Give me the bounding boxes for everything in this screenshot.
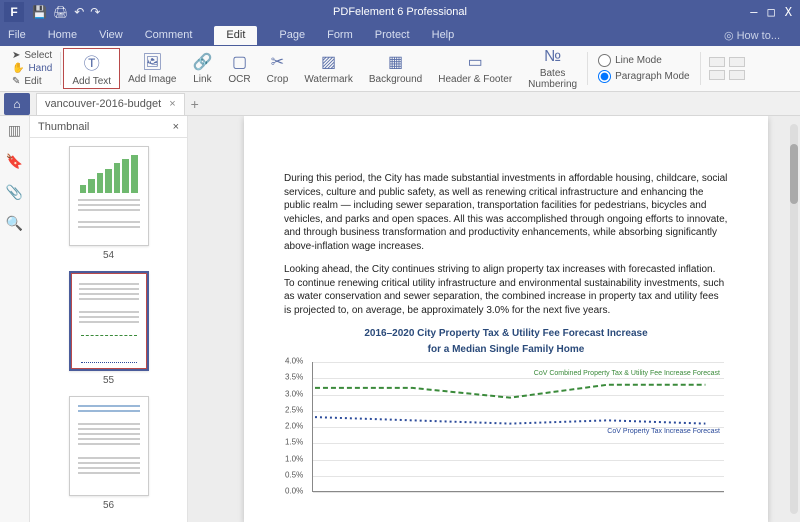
home-tab-button[interactable]: ⌂ [4,93,30,115]
bates-icon: № [544,48,561,66]
add-tab-button[interactable]: + [191,96,199,112]
background-icon: ▦ [388,52,403,72]
y-tick-label: 4.0% [285,357,303,368]
menu-help[interactable]: Help [432,29,455,41]
thumbnail-panel: Thumbnail × 54 55 [30,116,188,522]
hand-mode[interactable]: ✋Hand [12,63,52,74]
y-tick-label: 1.0% [285,454,303,465]
add-image-button[interactable]: 🖼Add Image [120,48,184,89]
y-tick-label: 2.5% [285,405,303,416]
maximize-button[interactable]: □ [768,5,775,19]
paragraph-mode-radio[interactable]: Paragraph Mode [598,70,690,83]
page-number: 54 [103,250,114,261]
chart-plot: 0.0%0.5%1.0%1.5%2.0%2.5%3.0%3.5%4.0%CoV … [312,362,724,492]
y-tick-label: 3.0% [285,389,303,400]
align-cell[interactable] [709,57,725,67]
align-group [703,48,751,89]
menu-comment[interactable]: Comment [145,29,193,41]
edit-icon: ✎ [12,76,20,87]
add-text-button[interactable]: ⓉAdd Text [63,48,120,89]
window-title: PDFelement 6 Professional [333,6,467,18]
chart-subtitle: for a Median Single Family Home [284,343,728,357]
chart: 2016–2020 City Property Tax & Utility Fe… [284,327,728,492]
y-tick-label: 3.5% [285,373,303,384]
edit-mode[interactable]: ✎Edit [12,76,52,87]
ocr-button[interactable]: ▢OCR [220,48,258,89]
thumbnail-title: Thumbnail [38,121,89,133]
menu-bar: File Home View Comment Edit Page Form Pr… [0,24,800,46]
image-icon: 🖼 [142,52,162,72]
menu-page[interactable]: Page [279,29,305,41]
title-bar: F 💾 🖨 ↶ ↷ PDFelement 6 Professional — □ … [0,0,800,24]
hand-icon: ✋ [12,63,24,74]
menu-home[interactable]: Home [48,29,77,41]
work-area: ▥ 🔖 📎 🔍 Thumbnail × 54 [0,116,800,522]
cursor-icon: ➤ [12,50,20,61]
header-footer-button[interactable]: ▭Header & Footer [430,48,520,89]
redo-icon[interactable]: ↷ [90,5,100,19]
close-button[interactable]: X [785,5,792,19]
watermark-icon: ▨ [321,52,336,72]
app-logo: F [4,2,24,22]
document-tab-strip: ⌂ vancouver-2016-budget × + [0,92,800,116]
document-page: During this period, the City has made su… [244,116,768,522]
save-icon[interactable]: 💾 [32,5,47,19]
menu-file[interactable]: File [8,29,26,41]
side-toolbar: ▥ 🔖 📎 🔍 [0,116,30,522]
y-tick-label: 0.5% [285,470,303,481]
header-footer-icon: ▭ [468,52,483,72]
link-button[interactable]: 🔗Link [184,48,220,89]
edit-mode-group: Line Mode Paragraph Mode [590,48,698,89]
print-icon[interactable]: 🖨 [53,5,68,19]
body-paragraph: Looking ahead, the City continues strivi… [284,263,728,317]
body-paragraph: During this period, the City has made su… [284,172,728,253]
vertical-scrollbar[interactable] [790,124,798,514]
document-tab[interactable]: vancouver-2016-budget × [36,93,185,115]
home-icon: ⌂ [13,97,20,111]
legend-entry: CoV Combined Property Tax & Utility Fee … [534,370,720,378]
watermark-button[interactable]: ▨Watermark [296,48,361,89]
legend-entry: CoV Property Tax Increase Forecast [607,428,720,436]
menu-form[interactable]: Form [327,29,353,41]
quick-access-toolbar: 💾 🖨 ↶ ↷ [32,5,100,19]
line-mode-radio[interactable]: Line Mode [598,54,690,67]
link-icon: 🔗 [192,52,212,72]
y-tick-label: 2.0% [285,422,303,433]
y-tick-label: 0.0% [285,487,303,498]
y-tick-label: 1.5% [285,438,303,449]
minimize-button[interactable]: — [750,5,757,19]
crop-icon: ✂ [271,52,284,72]
align-cell[interactable] [709,70,725,80]
ribbon: ➤Select ✋Hand ✎Edit ⓉAdd Text 🖼Add Image… [0,46,800,92]
close-panel-icon[interactable]: × [173,121,179,133]
page-number: 56 [103,500,114,511]
close-tab-icon[interactable]: × [169,98,175,110]
document-view[interactable]: During this period, the City has made su… [188,116,800,522]
ocr-icon: ▢ [232,52,247,72]
menu-protect[interactable]: Protect [375,29,410,41]
search-icon[interactable]: 🔍 [6,215,23,232]
align-cell[interactable] [729,70,745,80]
thumbnail-item[interactable]: 54 [30,146,187,261]
attachments-icon[interactable]: 📎 [6,184,23,201]
bates-button[interactable]: №Bates Numbering [520,48,585,89]
background-button[interactable]: ▦Background [361,48,430,89]
selection-mode-group: ➤Select ✋Hand ✎Edit [6,48,58,89]
undo-icon[interactable]: ↶ [74,5,84,19]
how-to-link[interactable]: ◎ How to... [724,29,780,42]
page-number: 55 [103,375,114,386]
chart-title: 2016–2020 City Property Tax & Utility Fe… [284,327,728,341]
select-mode[interactable]: ➤Select [12,50,52,61]
thumbnails-icon[interactable]: ▥ [8,122,21,139]
menu-edit[interactable]: Edit [214,26,257,45]
thumbnail-item[interactable]: 56 [30,396,187,511]
document-tab-label: vancouver-2016-budget [45,98,161,110]
align-cell[interactable] [729,57,745,67]
thumbnail-item[interactable]: 55 [30,271,187,386]
menu-view[interactable]: View [99,29,123,41]
text-icon: Ⓣ [84,50,100,74]
thumbnail-list[interactable]: 54 55 56 [30,138,187,522]
crop-button[interactable]: ✂Crop [259,48,297,89]
bookmarks-icon[interactable]: 🔖 [6,153,23,170]
